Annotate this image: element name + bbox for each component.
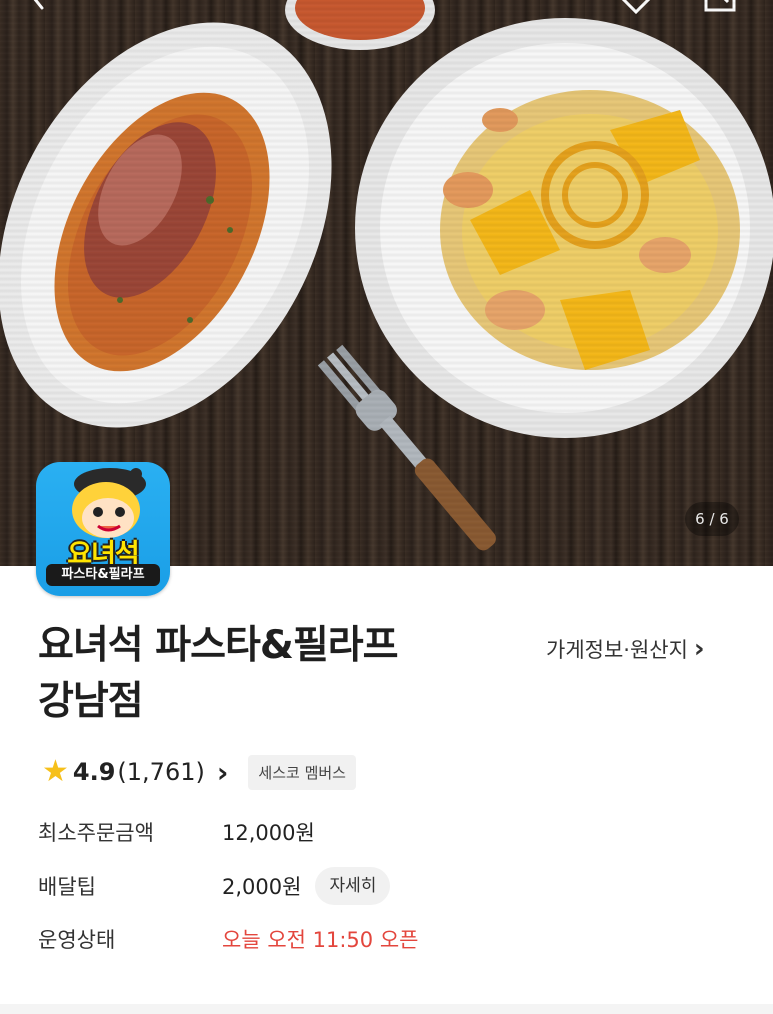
logo-subtitle: 파스타&필라프 — [46, 564, 160, 586]
store-name-line2: 강남점 — [38, 679, 144, 724]
delivery-tip-detail-button[interactable]: 자세히 — [315, 867, 391, 905]
min-order-row: 최소주문금액 12,000원 — [38, 812, 315, 852]
store-info-link[interactable]: 가게정보·원산지 › — [546, 634, 705, 664]
delivery-tip-label: 배달팁 — [38, 875, 96, 899]
review-count: (1,761) — [117, 758, 205, 786]
star-icon: ★ — [42, 754, 69, 789]
section-divider — [0, 1004, 773, 1014]
min-order-label: 최소주문금액 — [38, 821, 154, 845]
delivery-tip-value: 2,000원 — [222, 875, 302, 899]
cesco-badge: 세스코 멤버스 — [248, 754, 356, 790]
store-logo: 요녀석 파스타&필라프 — [36, 462, 170, 596]
status-row: 운영상태 오늘 오전 11:50 오픈 — [38, 919, 418, 959]
store-info-label: 가게정보·원산지 — [546, 638, 688, 662]
photo-counter: 6 / 6 — [685, 502, 739, 536]
delivery-tip-row: 배달팁 2,000원 자세히 — [38, 866, 391, 906]
rating-row[interactable]: ★ 4.9 (1,761) › 세스코 멤버스 — [42, 752, 356, 792]
store-name: 요녀석 파스타&필라프 강남점 — [38, 618, 508, 730]
rating-score: 4.9 — [72, 758, 116, 786]
status-value: 오늘 오전 11:50 오픈 — [222, 928, 419, 952]
chevron-right-icon: › — [216, 755, 229, 789]
chevron-right-icon: › — [693, 634, 705, 664]
min-order-value: 12,000원 — [222, 821, 315, 845]
store-name-line1: 요녀석 파스타&필라프 — [38, 623, 399, 668]
status-label: 운영상태 — [38, 928, 116, 952]
